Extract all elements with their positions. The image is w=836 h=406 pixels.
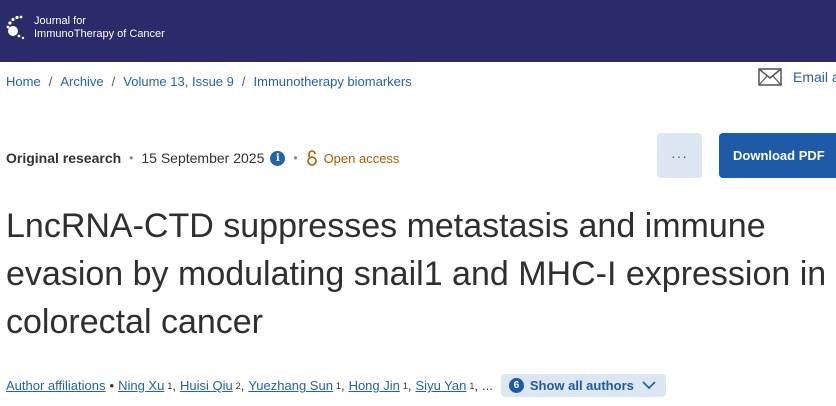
publication-date: 15 September 2025 (141, 150, 265, 166)
journal-name: Journal for ImmunoTherapy of Cancer (34, 15, 165, 41)
breadcrumb-issue[interactable]: Volume 13, Issue 9 (123, 74, 234, 89)
article-meta: Original research • 15 September 2025 i … (6, 150, 399, 166)
author-link[interactable]: Huisi Qiu (180, 378, 233, 393)
author-separator: • (109, 378, 115, 393)
journal-name-line2: ImmunoTherapy of Cancer (34, 28, 165, 40)
author-link[interactable]: Yuezhang Sun (248, 378, 333, 393)
more-options-button[interactable]: ··· (657, 133, 702, 178)
author-comma: , (407, 378, 412, 393)
breadcrumb-separator: / (48, 74, 53, 89)
breadcrumb-archive[interactable]: Archive (60, 74, 103, 89)
show-all-authors-label: Show all authors (529, 378, 634, 393)
open-access-badge: Open access (306, 150, 400, 166)
breadcrumb-separator: / (241, 74, 246, 89)
download-pdf-button[interactable]: Download PDF (719, 133, 836, 178)
author-comma: , (172, 378, 176, 393)
author-ellipsis: ... (482, 378, 493, 393)
info-icon[interactable]: i (270, 150, 286, 166)
author-comma: , (474, 378, 478, 393)
author-comma: , (340, 378, 345, 393)
breadcrumb-section[interactable]: Immunotherapy biomarkers (254, 74, 412, 89)
author-link[interactable]: Hong Jin (349, 378, 400, 393)
journal-logo[interactable]: Journal for ImmunoTherapy of Cancer (6, 14, 165, 44)
email-alerts-link[interactable]: Email a (758, 68, 836, 86)
breadcrumb-separator: / (111, 74, 116, 89)
show-all-authors-button[interactable]: 6 Show all authors (500, 374, 666, 397)
site-header: Journal for ImmunoTherapy of Cancer (0, 0, 836, 62)
author-comma: , (240, 378, 245, 393)
email-label: Email a (793, 69, 836, 85)
author-count-badge: 6 (508, 378, 524, 393)
journal-name-line1: Journal for (34, 15, 86, 27)
meta-separator: • (129, 151, 134, 165)
article-type: Original research (6, 150, 122, 166)
author-list: Author affiliations • Ning Xu 1, Huisi Q… (6, 374, 666, 397)
meta-separator: • (293, 151, 298, 165)
breadcrumb: Home / Archive / Volume 13, Issue 9 / Im… (6, 74, 412, 89)
open-access-lock-icon (306, 150, 317, 166)
journal-logo-icon (6, 14, 32, 44)
author-affiliations-link[interactable]: Author affiliations (6, 378, 106, 393)
author-link[interactable]: Siyu Yan (416, 378, 467, 393)
open-access-label: Open access (323, 150, 400, 166)
mail-icon (758, 68, 782, 86)
chevron-down-icon (642, 381, 656, 390)
article-title: LncRNA-CTD suppresses metastasis and imm… (6, 207, 827, 341)
breadcrumb-home[interactable]: Home (6, 74, 41, 89)
author-link[interactable]: Ning Xu (118, 378, 164, 393)
